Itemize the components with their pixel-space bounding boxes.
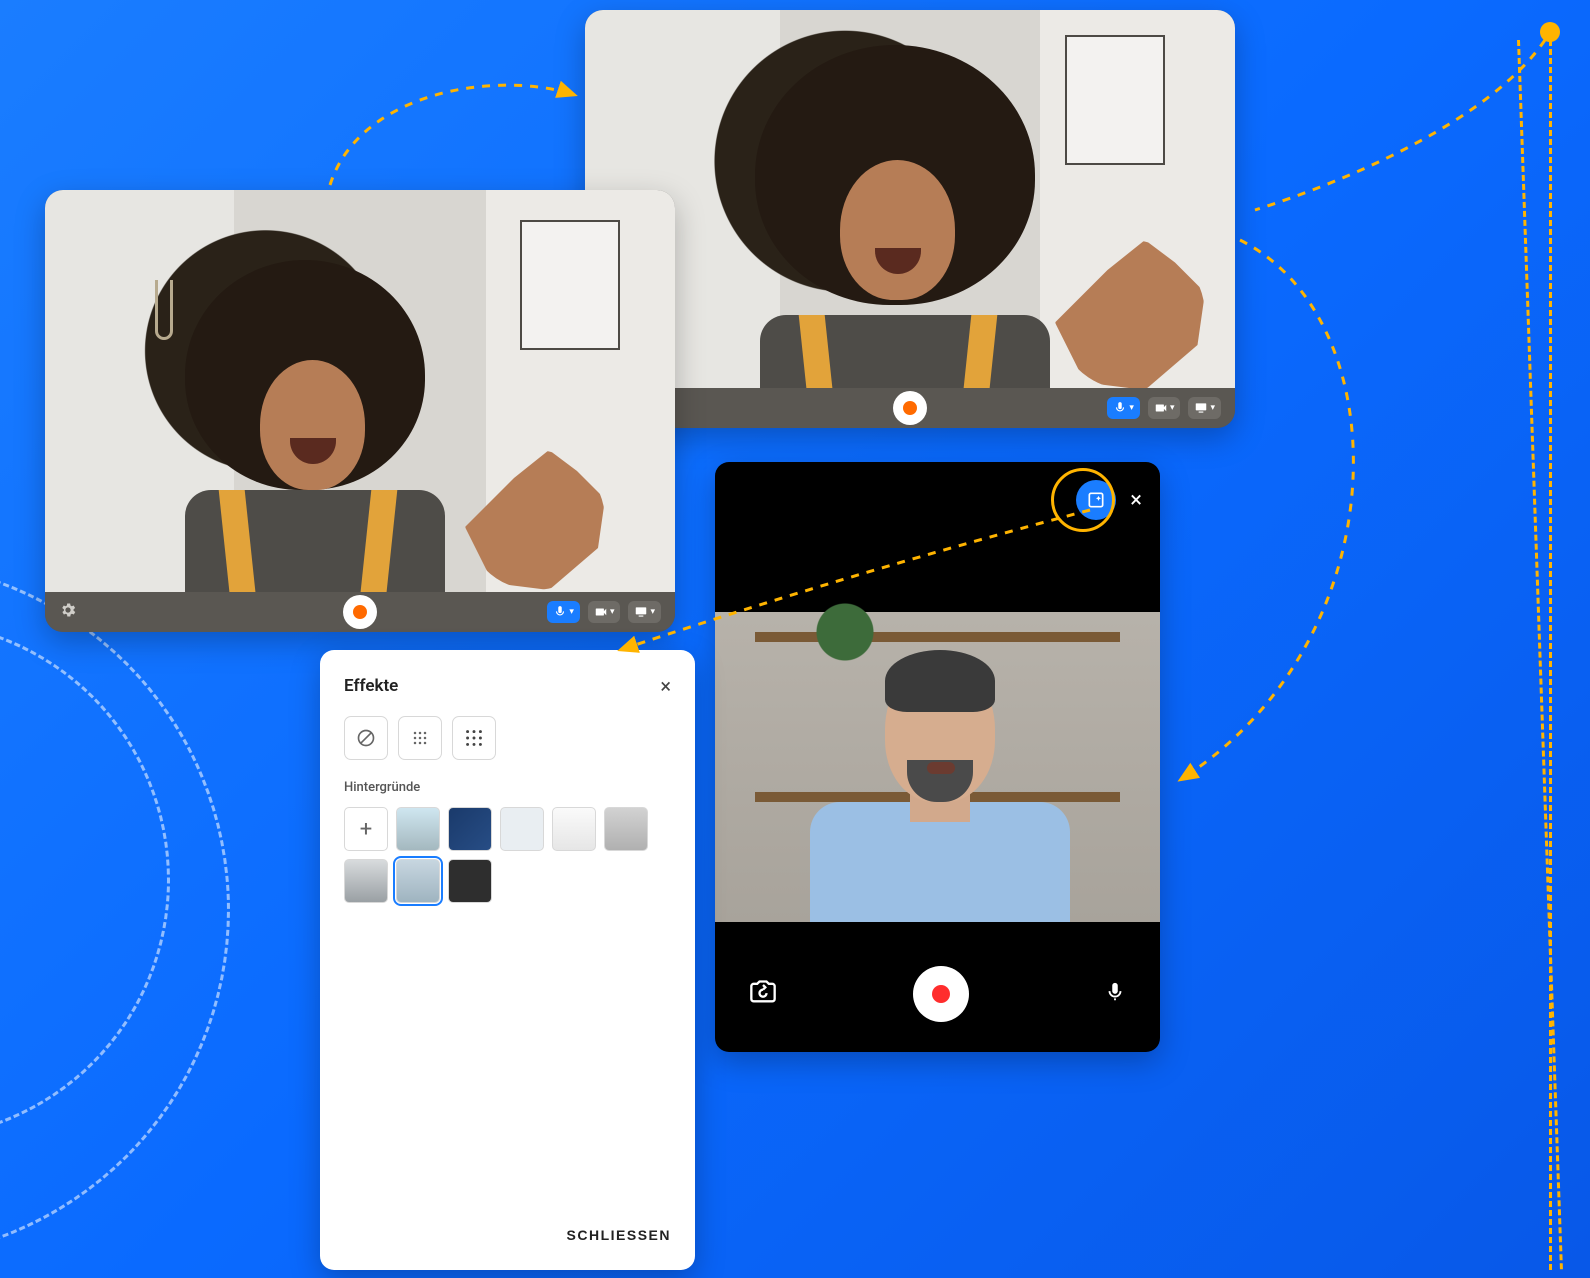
record-indicator-icon	[353, 605, 367, 619]
camera-toggle[interactable]: ▾	[588, 601, 621, 623]
effects-button[interactable]	[1076, 480, 1116, 520]
person-face	[840, 160, 955, 300]
chevron-down-icon: ▾	[1170, 403, 1175, 413]
gear-icon	[59, 601, 77, 619]
webcam-preview-secondary: ▾ ▾ ▾	[585, 10, 1235, 428]
blur-light-icon	[410, 728, 430, 748]
backgrounds-label: Hintergründe	[344, 780, 671, 795]
tracker-line	[1517, 40, 1563, 1269]
backgrounds-grid: +	[344, 807, 671, 903]
person-hand	[1055, 240, 1205, 390]
person-hair	[885, 650, 995, 712]
camera-icon	[594, 605, 608, 619]
screen-toggle[interactable]: ▾	[628, 601, 661, 623]
add-background-button[interactable]: +	[344, 807, 388, 851]
effect-blur-strong[interactable]	[452, 716, 496, 760]
background-plant	[815, 602, 875, 662]
settings-button[interactable]	[59, 601, 77, 623]
video-feed	[585, 10, 1235, 388]
chevron-down-icon: ▾	[650, 607, 655, 617]
tracker-dot	[1540, 22, 1560, 42]
recorder-toolbar: ▾ ▾ ▾	[585, 388, 1235, 428]
close-panel-text-button[interactable]: SCHLIESSEN	[567, 1227, 671, 1243]
background-option-selected[interactable]	[396, 859, 440, 903]
monitor-icon	[634, 605, 648, 619]
mic-toggle[interactable]: ▾	[1107, 397, 1140, 419]
person-mouth	[927, 762, 955, 774]
effects-panel: Effekte × Hintergründe +	[320, 650, 695, 1270]
close-panel-button[interactable]: ×	[660, 674, 671, 698]
background-option[interactable]	[448, 859, 492, 903]
person-face	[260, 360, 365, 490]
effect-blur-light[interactable]	[398, 716, 442, 760]
background-option[interactable]	[500, 807, 544, 851]
webcam-preview-primary: ▾ ▾ ▾	[45, 190, 675, 632]
record-button[interactable]	[913, 966, 969, 1022]
microphone-icon	[553, 605, 567, 619]
person-hand	[465, 450, 605, 590]
background-shelf	[520, 220, 620, 350]
video-feed	[45, 190, 675, 592]
chevron-down-icon: ▾	[569, 607, 574, 617]
wall-hook	[155, 280, 173, 340]
no-effect-icon	[356, 728, 376, 748]
chevron-down-icon: ▾	[1129, 403, 1134, 413]
close-button[interactable]: ×	[1130, 488, 1142, 513]
effect-options	[344, 716, 671, 760]
decorative-arc	[0, 620, 170, 1140]
monitor-icon	[1194, 401, 1208, 415]
switch-camera-button[interactable]	[749, 978, 777, 1010]
record-button[interactable]	[893, 391, 927, 425]
mic-toggle[interactable]: ▾	[547, 601, 580, 623]
background-option[interactable]	[604, 807, 648, 851]
switch-camera-icon	[749, 978, 777, 1006]
camera-toggle[interactable]: ▾	[1148, 397, 1181, 419]
background-option[interactable]	[396, 807, 440, 851]
sparkle-frame-icon	[1086, 490, 1106, 510]
microphone-icon	[1113, 401, 1127, 415]
background-option[interactable]	[344, 859, 388, 903]
tracker-line	[1549, 40, 1552, 1270]
record-indicator-icon	[932, 985, 950, 1003]
video-feed	[715, 612, 1160, 922]
microphone-icon	[1104, 981, 1126, 1003]
camera-icon	[1154, 401, 1168, 415]
background-option[interactable]	[448, 807, 492, 851]
blur-strong-icon	[463, 727, 485, 749]
decorative-arc	[0, 560, 230, 1260]
chevron-down-icon: ▾	[610, 607, 615, 617]
screen-toggle[interactable]: ▾	[1188, 397, 1221, 419]
effect-none[interactable]	[344, 716, 388, 760]
mic-button[interactable]	[1104, 981, 1126, 1007]
background-option[interactable]	[552, 807, 596, 851]
recorder-toolbar: ▾ ▾ ▾	[45, 592, 675, 632]
chevron-down-icon: ▾	[1210, 403, 1215, 413]
background-shelf	[1065, 35, 1165, 165]
record-button[interactable]	[343, 595, 377, 629]
mobile-recorder: ×	[715, 462, 1160, 1052]
effects-panel-title: Effekte	[344, 676, 671, 696]
record-indicator-icon	[903, 401, 917, 415]
